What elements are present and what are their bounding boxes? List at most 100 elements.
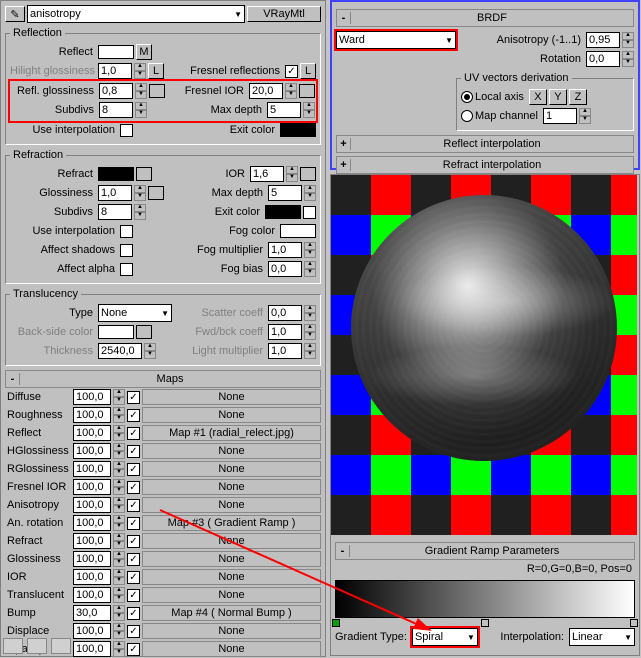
map-slot-button[interactable]: None <box>142 623 321 639</box>
map-amount-input[interactable] <box>73 551 111 567</box>
toolbar-button-1[interactable] <box>3 638 23 654</box>
spinner-icon[interactable]: ▲▼ <box>113 605 125 621</box>
map-amount-input[interactable] <box>73 533 111 549</box>
spinner-icon[interactable]: ▲▼ <box>304 305 316 321</box>
spinner-icon[interactable]: ▲▼ <box>113 407 125 423</box>
material-type-button[interactable]: VRayMtl <box>247 6 321 22</box>
rollup-header[interactable]: +Reflect interpolation <box>336 135 634 153</box>
map-slot-button[interactable]: Map #4 ( Normal Bump ) <box>142 605 321 621</box>
map-channel-input[interactable] <box>543 108 577 124</box>
refract-map-slot[interactable] <box>136 167 152 181</box>
trans-type-select[interactable]: None <box>98 304 172 322</box>
map-amount-input[interactable] <box>73 389 111 405</box>
l-button[interactable]: L <box>148 63 164 79</box>
map-amount-input[interactable] <box>73 479 111 495</box>
fog-bias-input[interactable] <box>268 261 302 277</box>
map-slot-button[interactable]: None <box>142 443 321 459</box>
map-on-checkbox[interactable]: ✓ <box>127 463 140 476</box>
map-amount-input[interactable] <box>73 605 111 621</box>
map-amount-input[interactable] <box>73 443 111 459</box>
gradient-stop[interactable] <box>630 619 638 627</box>
map-slot-button[interactable]: None <box>142 497 321 513</box>
map-on-checkbox[interactable]: ✓ <box>127 571 140 584</box>
refl-gloss-map-slot[interactable] <box>149 84 165 98</box>
spinner-icon[interactable]: ▲▼ <box>113 641 125 657</box>
fresnel-refl-checkbox[interactable]: ✓ <box>285 65 298 78</box>
map-slot-button[interactable]: None <box>142 587 321 603</box>
map-slot-button[interactable]: None <box>142 461 321 477</box>
back-color-map-slot[interactable] <box>136 325 152 339</box>
spinner-icon[interactable]: ▲▼ <box>113 569 125 585</box>
spinner-icon[interactable]: ▲▼ <box>135 83 147 99</box>
map-on-checkbox[interactable]: ✓ <box>127 409 140 422</box>
spinner-icon[interactable]: ▲▼ <box>113 479 125 495</box>
max-depth-input[interactable] <box>267 102 301 118</box>
fog-mult-input[interactable] <box>268 242 302 258</box>
material-name-select[interactable]: anisotropy <box>27 5 245 23</box>
reflect-swatch[interactable] <box>98 45 134 59</box>
toolbar-button-2[interactable] <box>27 638 47 654</box>
spinner-icon[interactable]: ▲▼ <box>579 108 591 124</box>
map-amount-input[interactable] <box>73 569 111 585</box>
map-on-checkbox[interactable]: ✓ <box>127 517 140 530</box>
map-on-checkbox[interactable]: ✓ <box>127 589 140 602</box>
spinner-icon[interactable]: ▲▼ <box>622 32 634 48</box>
spinner-icon[interactable]: ▲▼ <box>113 425 125 441</box>
spinner-icon[interactable]: ▲▼ <box>304 261 316 277</box>
spinner-icon[interactable]: ▲▼ <box>113 623 125 639</box>
refr-gloss-input[interactable] <box>98 185 132 201</box>
gradient-rollup-header[interactable]: - Gradient Ramp Parameters <box>335 542 635 560</box>
affect-shadows-checkbox[interactable] <box>120 244 133 257</box>
spinner-icon[interactable]: ▲▼ <box>113 551 125 567</box>
rollup-header[interactable]: +Refract interpolation <box>336 156 634 174</box>
lightmult-input[interactable] <box>268 343 302 359</box>
map-slot-button[interactable]: None <box>142 533 321 549</box>
interpolation-select[interactable]: Linear <box>569 628 635 646</box>
map-slot-button[interactable]: None <box>142 641 321 657</box>
map-slot-button[interactable]: None <box>142 479 321 495</box>
map-amount-input[interactable] <box>73 425 111 441</box>
refr-exit-color-swatch[interactable] <box>265 205 301 219</box>
refr-exit-color-checkbox[interactable] <box>303 206 316 219</box>
spinner-icon[interactable]: ▲▼ <box>622 51 634 67</box>
refr-maxdepth-input[interactable] <box>268 185 302 201</box>
map-on-checkbox[interactable]: ✓ <box>127 445 140 458</box>
fresnel-ior-input[interactable] <box>249 83 283 99</box>
spinner-icon[interactable]: ▲▼ <box>113 461 125 477</box>
brdf-rollup-header[interactable]: - BRDF <box>336 9 634 27</box>
refr-ior-map-slot[interactable] <box>300 167 316 181</box>
pick-material-icon[interactable]: ✎ <box>5 6 25 22</box>
map-on-checkbox[interactable]: ✓ <box>127 499 140 512</box>
map-slot-button[interactable]: None <box>142 389 321 405</box>
axis-x-button[interactable]: X <box>529 89 547 105</box>
map-amount-input[interactable] <box>73 641 111 657</box>
spinner-icon[interactable]: ▲▼ <box>304 343 316 359</box>
map-on-checkbox[interactable]: ✓ <box>127 607 140 620</box>
spinner-icon[interactable]: ▲▼ <box>113 587 125 603</box>
map-amount-input[interactable] <box>73 461 111 477</box>
spinner-icon[interactable]: ▲▼ <box>113 443 125 459</box>
map-on-checkbox[interactable]: ✓ <box>127 535 140 548</box>
subdivs-input[interactable] <box>99 102 133 118</box>
refr-subdivs-input[interactable] <box>98 204 132 220</box>
axis-z-button[interactable]: Z <box>569 89 587 105</box>
map-on-checkbox[interactable]: ✓ <box>127 625 140 638</box>
map-amount-input[interactable] <box>73 407 111 423</box>
map-channel-radio[interactable] <box>461 110 473 122</box>
map-on-checkbox[interactable]: ✓ <box>127 391 140 404</box>
map-slot-button[interactable]: Map #1 (radial_relect.jpg) <box>142 425 321 441</box>
map-slot-button[interactable]: None <box>142 569 321 585</box>
map-on-checkbox[interactable]: ✓ <box>127 481 140 494</box>
spinner-icon[interactable]: ▲▼ <box>304 185 316 201</box>
map-amount-input[interactable] <box>73 587 111 603</box>
aniso-input[interactable] <box>586 32 620 48</box>
refract-swatch[interactable] <box>98 167 134 181</box>
back-color-swatch[interactable] <box>98 325 134 339</box>
gradient-bar[interactable] <box>335 580 635 618</box>
hilight-gloss-input[interactable] <box>98 63 132 79</box>
spinner-icon[interactable]: ▲▼ <box>285 83 297 99</box>
fog-color-swatch[interactable] <box>280 224 316 238</box>
spinner-icon[interactable]: ▲▼ <box>135 102 147 118</box>
gradient-stop[interactable] <box>481 619 489 627</box>
refl-gloss-input[interactable] <box>99 83 133 99</box>
